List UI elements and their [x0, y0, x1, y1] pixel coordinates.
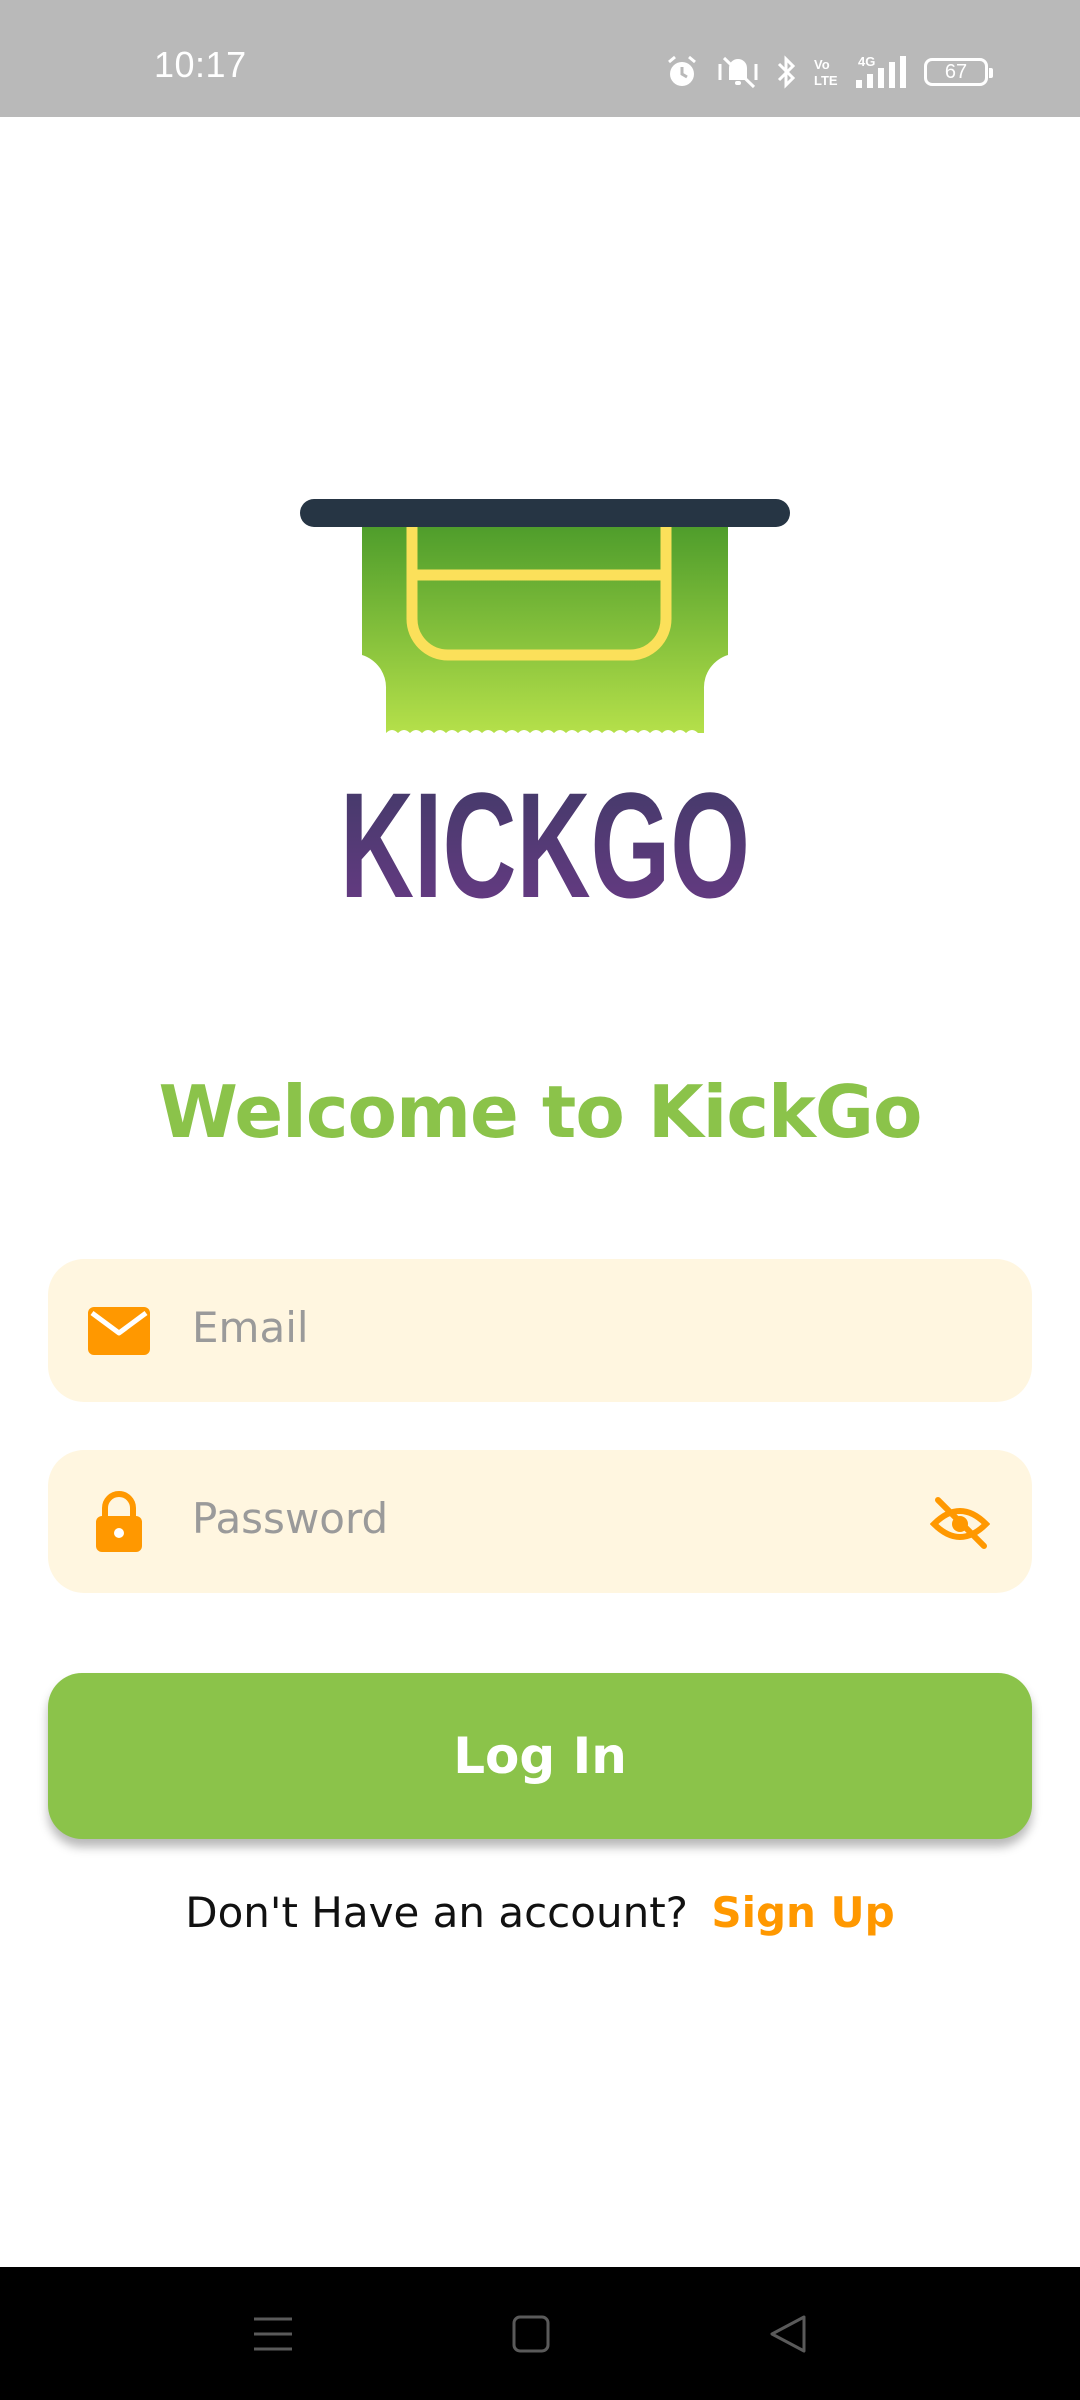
password-field[interactable]: Password: [48, 1450, 1032, 1593]
welcome-title: Welcome to KickGo: [158, 1070, 923, 1154]
login-button[interactable]: Log In: [48, 1673, 1032, 1839]
svg-text:Vo: Vo: [814, 57, 830, 72]
password-placeholder: Password: [192, 1494, 389, 1543]
status-bar: 10:17 Vo LTE 4G 67: [0, 0, 1080, 117]
mail-icon: [88, 1307, 150, 1355]
home-icon[interactable]: [504, 2307, 558, 2361]
email-placeholder: Email: [192, 1303, 309, 1352]
email-field[interactable]: Email: [48, 1259, 1032, 1402]
back-icon[interactable]: [762, 2307, 816, 2361]
4g-signal-icon: 4G: [856, 54, 906, 88]
bluetooth-icon: [777, 55, 796, 89]
status-icons: Vo LTE 4G 67: [664, 50, 993, 94]
signup-prompt: Don't Have an account?: [185, 1888, 688, 1937]
svg-text:4G: 4G: [858, 54, 875, 69]
signup-link[interactable]: Sign Up: [711, 1888, 894, 1937]
menu-icon[interactable]: [246, 2307, 300, 2361]
battery-icon: 67: [924, 58, 993, 86]
logo-wordmark: KICKGO: [340, 761, 750, 909]
status-time: 10:17: [154, 44, 247, 85]
kickgo-logo: KICKGO: [300, 499, 790, 909]
svg-text:LTE: LTE: [814, 73, 838, 88]
lock-icon: [96, 1491, 142, 1552]
battery-level: 67: [944, 60, 968, 83]
volte-icon: Vo LTE: [814, 57, 838, 88]
mute-vibrate-icon: [718, 56, 758, 89]
eye-off-icon[interactable]: [930, 1494, 990, 1550]
alarm-icon: [668, 55, 696, 86]
signup-line: Don't Have an account? Sign Up: [0, 1888, 1080, 1937]
ticket-logo-icon: [300, 499, 790, 737]
navigation-bar: [0, 2267, 1080, 2400]
